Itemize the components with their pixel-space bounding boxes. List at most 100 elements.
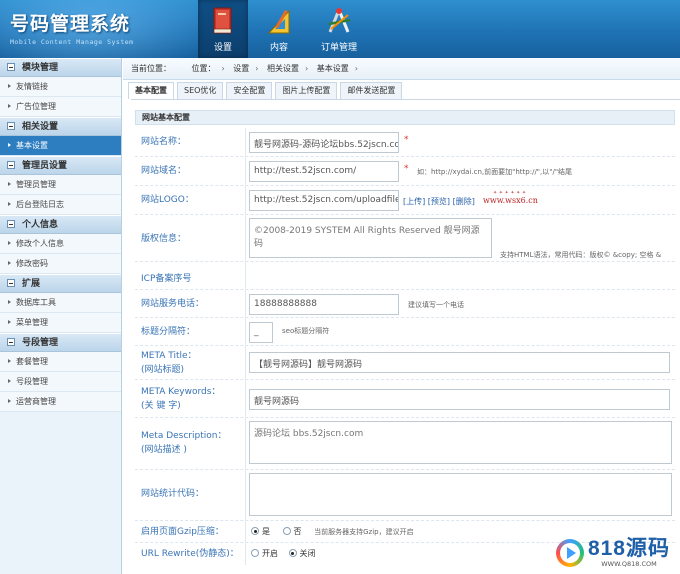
upload-link[interactable]: [上传] bbox=[403, 197, 425, 206]
breadcrumb-item[interactable]: 相关设置 bbox=[267, 64, 299, 73]
play-icon bbox=[555, 539, 584, 567]
sidebar-item-packages[interactable]: 套餐管理 bbox=[0, 352, 121, 372]
sidebar-section-numbers[interactable]: 号段管理 bbox=[0, 333, 121, 352]
preview-link[interactable]: [预览] bbox=[428, 197, 450, 206]
tab-email[interactable]: 邮件发送配置 bbox=[340, 82, 403, 99]
breadcrumb-item[interactable]: 基本设置 bbox=[317, 64, 349, 73]
gzip-options: 是 否 当前服务器支持Gzip，建议开启 bbox=[251, 526, 414, 537]
form-row-title-sep: 标题分隔符： _ seo标题分隔符 bbox=[135, 318, 675, 346]
phone-label: 网站服务电话： bbox=[141, 299, 205, 309]
section-label: 管理员设置 bbox=[22, 161, 68, 171]
nav-content[interactable]: 内容 bbox=[254, 0, 304, 58]
rewrite-off-radio[interactable] bbox=[288, 549, 297, 557]
site-domain-input[interactable]: http://test.52jscn.com/ bbox=[249, 161, 399, 182]
breadcrumb-item[interactable]: 设置 bbox=[233, 64, 249, 73]
title-sep-label: 标题分隔符： bbox=[141, 327, 196, 337]
meta-description-textarea[interactable]: 源码论坛 bbs.52jscn.com bbox=[249, 421, 672, 464]
phone-input[interactable]: 18888888888 bbox=[249, 294, 399, 315]
sidebar-item-basic-settings[interactable]: 基本设置 bbox=[0, 136, 121, 156]
sidebar-section-settings[interactable]: 相关设置 bbox=[0, 117, 121, 136]
form-row-site-domain: 网站域名： http://test.52jscn.com/ * 如：http:/… bbox=[135, 157, 675, 186]
collapse-icon bbox=[7, 279, 15, 287]
copyright-label: 版权信息： bbox=[141, 234, 187, 244]
app-title: 号码管理系统 bbox=[10, 13, 131, 35]
arrow-right-icon bbox=[8, 202, 11, 206]
site-name-input[interactable]: 靓号网源码-源码论坛bbs.52jscn.com bbox=[249, 132, 399, 153]
form-row-meta-description: Meta Description： (网站描述 ) 源码论坛 bbs.52jsc… bbox=[135, 418, 675, 470]
compass-tools-icon bbox=[328, 8, 351, 33]
sidebar-item-label: 数据库工具 bbox=[16, 298, 56, 307]
settings-panel: 网站基本配置 网站名称： 靓号网源码-源码论坛bbs.52jscn.com * … bbox=[131, 99, 680, 574]
rewrite-off-label: 关闭 bbox=[299, 549, 316, 558]
arrow-right-icon bbox=[8, 182, 11, 186]
sidebar-item-change-password[interactable]: 修改密码 bbox=[0, 254, 121, 274]
arrow-right-icon bbox=[8, 320, 11, 324]
sidebar-item-admins[interactable]: 管理员管理 bbox=[0, 175, 121, 195]
tab-image-upload[interactable]: 图片上传配置 bbox=[275, 82, 338, 99]
section-label: 个人信息 bbox=[22, 220, 59, 230]
logo-preview-text: www.wsx6.cn bbox=[483, 196, 538, 205]
watermark-url: WWW.Q818.COM bbox=[601, 560, 657, 568]
tab-seo[interactable]: SEO优化 bbox=[177, 82, 224, 99]
sidebar-item-label: 套餐管理 bbox=[16, 357, 48, 366]
sidebar-item-label: 后台登陆日志 bbox=[16, 200, 64, 209]
sidebar: 模块管理 友情链接 广告位管理 相关设置 基本设置 管理员设置 管理员管理 后台… bbox=[0, 58, 122, 574]
sidebar-item-segments[interactable]: 号段管理 bbox=[0, 372, 121, 392]
meta-keywords-label: META Keywords： bbox=[141, 387, 221, 397]
form-row-stat-code: 网站统计代码： bbox=[135, 470, 675, 521]
sidebar-section-profile[interactable]: 个人信息 bbox=[0, 215, 121, 234]
phone-hint: 建议填写一个电话 bbox=[408, 301, 464, 309]
sidebar-item-label: 友情链接 bbox=[16, 82, 48, 91]
gzip-yes-radio[interactable] bbox=[251, 527, 259, 535]
sidebar-item-edit-profile[interactable]: 修改个人信息 bbox=[0, 234, 121, 254]
sidebar-item-carriers[interactable]: 运营商管理 bbox=[0, 392, 121, 412]
site-logo-input[interactable]: http://test.52jscn.com/uploadfile/ bbox=[249, 190, 399, 211]
arrow-right-icon bbox=[8, 241, 11, 245]
ruler-pencil-icon bbox=[267, 9, 290, 34]
nav-content-label: 内容 bbox=[269, 43, 288, 53]
meta-title-input[interactable]: 【靓号网源码】靓号网源码 bbox=[249, 352, 670, 373]
delete-link[interactable]: [删除] bbox=[453, 197, 475, 206]
sidebar-item-ads[interactable]: 广告位管理 bbox=[0, 97, 121, 117]
tab-security[interactable]: 安全配置 bbox=[226, 82, 273, 99]
arrow-right-icon bbox=[8, 399, 11, 403]
stat-code-label: 网站统计代码： bbox=[141, 489, 205, 499]
sidebar-section-modules[interactable]: 模块管理 bbox=[0, 58, 121, 77]
collapse-icon bbox=[7, 63, 15, 71]
meta-description-sublabel: (网站描述 ) bbox=[141, 445, 187, 455]
book-icon bbox=[213, 7, 232, 34]
title-sep-input[interactable]: _ bbox=[249, 322, 273, 343]
sidebar-item-links[interactable]: 友情链接 bbox=[0, 77, 121, 97]
sidebar-item-label: 号段管理 bbox=[16, 377, 48, 386]
breadcrumb-item: 位置： bbox=[191, 64, 216, 73]
logo-preview-image: ✦ ✦ ✦ ✦ ✦ ✦ www.wsx6.cn bbox=[483, 190, 538, 205]
sidebar-section-extensions[interactable]: 扩展 bbox=[0, 274, 121, 293]
section-label: 模块管理 bbox=[22, 63, 59, 73]
copyright-textarea[interactable]: ©2008-2019 SYSTEM All Rights Reserved 靓号… bbox=[249, 218, 492, 258]
nav-settings[interactable]: 设置 bbox=[198, 0, 248, 58]
stat-code-textarea[interactable] bbox=[249, 473, 672, 516]
app-subtitle: Mobile Content Manage System bbox=[10, 38, 134, 46]
arrow-right-icon bbox=[8, 300, 11, 304]
arrow-right-icon bbox=[8, 143, 11, 147]
form-row-copyright: 版权信息： ©2008-2019 SYSTEM All Rights Reser… bbox=[135, 215, 675, 262]
nav-settings-label: 设置 bbox=[213, 43, 232, 53]
sidebar-item-menu[interactable]: 菜单管理 bbox=[0, 313, 121, 333]
form-row-icp: ICP备案序号 bbox=[135, 262, 675, 290]
sidebar-item-db-tools[interactable]: 数据库工具 bbox=[0, 293, 121, 313]
gzip-no-radio[interactable] bbox=[282, 527, 291, 535]
sidebar-item-login-log[interactable]: 后台登陆日志 bbox=[0, 195, 121, 215]
arrow-right-icon bbox=[8, 379, 11, 383]
breadcrumb: 当前位置： 位置： › 设置 › 相关设置 › 基本设置 › bbox=[123, 58, 680, 80]
rewrite-on-radio[interactable] bbox=[251, 549, 259, 557]
meta-description-label: Meta Description： bbox=[141, 431, 227, 441]
sidebar-section-admin[interactable]: 管理员设置 bbox=[0, 156, 121, 175]
meta-keywords-sublabel: (关 键 字) bbox=[141, 401, 181, 411]
nav-orders[interactable]: 订单管理 bbox=[310, 0, 368, 58]
tab-basic[interactable]: 基本配置 bbox=[128, 82, 174, 99]
meta-keywords-input[interactable]: 靓号网源码 bbox=[249, 389, 670, 410]
meta-title-sublabel: (网站标题) bbox=[141, 365, 185, 375]
site-logo-label: 网站LOGO： bbox=[141, 195, 194, 205]
gzip-yes-label: 是 bbox=[262, 527, 270, 536]
site-domain-label: 网站域名： bbox=[141, 166, 187, 176]
